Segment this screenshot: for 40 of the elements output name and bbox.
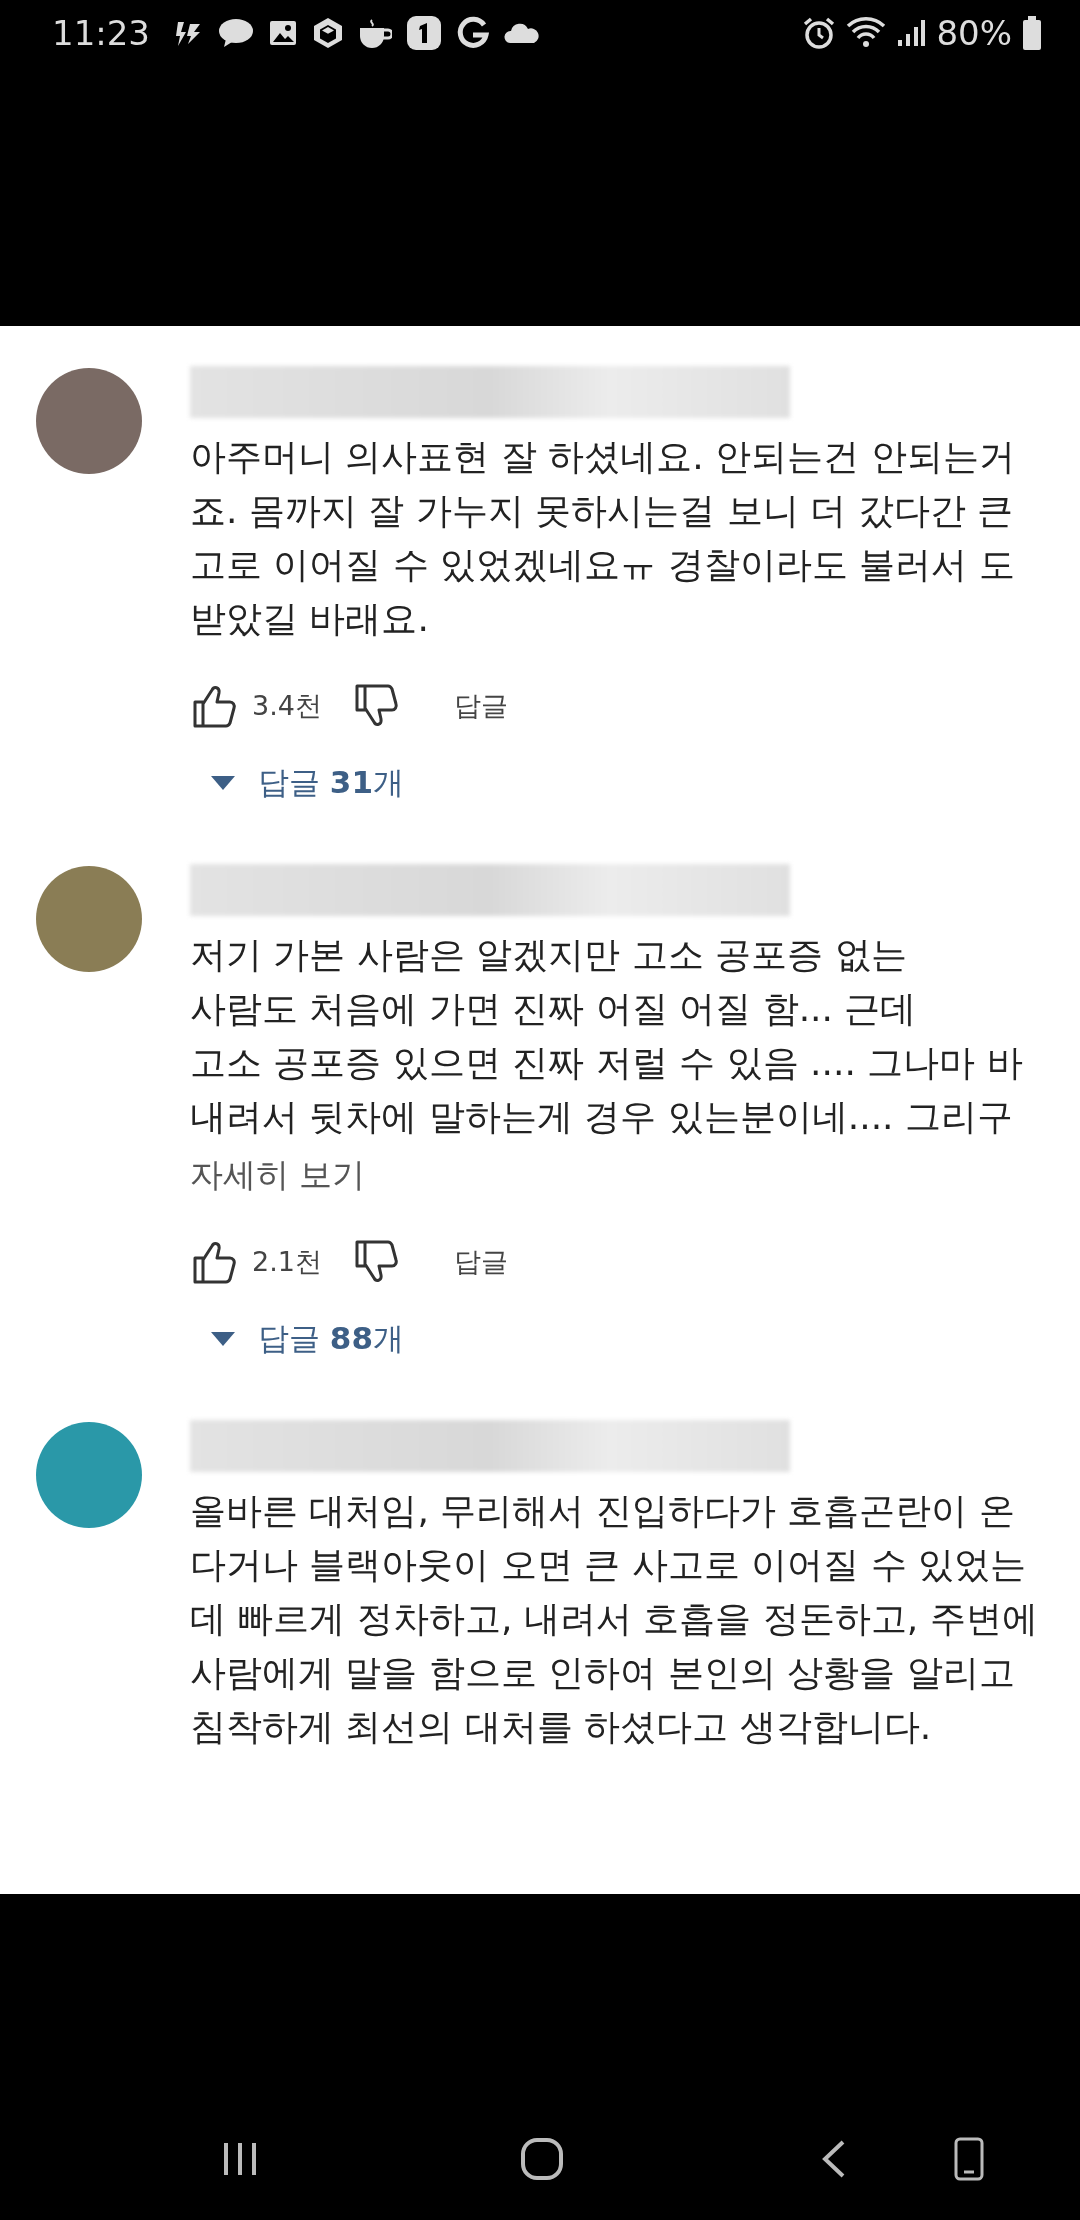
chat-bubble-icon (218, 17, 254, 49)
badge-icon (406, 15, 442, 51)
phone-outline-icon[interactable] (952, 2137, 986, 2181)
comment-text-line: 아주머니 의사표현 잘 하셨네요. 안되는건 안되는거 (190, 435, 1015, 479)
g-letter-icon (456, 16, 490, 50)
cube-icon (312, 17, 344, 49)
read-more-link[interactable]: 자세히 보기 (190, 1148, 366, 1202)
view-replies-button[interactable]: 답글 88개 (210, 1318, 404, 1360)
alarm-icon (802, 16, 837, 50)
avatar[interactable] (34, 366, 144, 476)
view-replies-button[interactable]: 답글 31개 (210, 762, 404, 804)
like-count: 2.1천 (252, 1245, 322, 1279)
comment-text-line: 데 빠르게 정차하고, 내려서 호흡을 정돈하고, 주변에 (190, 1597, 1038, 1641)
comment-text-line: 사람도 처음에 가면 진짜 어질 어질 함... 근데 (190, 987, 917, 1031)
avatar[interactable] (34, 864, 144, 974)
cup-icon (358, 18, 392, 48)
reply-button[interactable]: 답글 (453, 688, 508, 724)
status-time: 11:23 (52, 13, 150, 53)
caret-icon (210, 1331, 236, 1347)
wifi-icon (846, 16, 887, 50)
comment-text-line: 침착하게 최선의 대처를 하셨다고 생각합니다. (190, 1705, 932, 1749)
signal-icon (896, 18, 927, 48)
cloud-icon (504, 21, 540, 45)
battery-percent: 80% (936, 13, 1012, 53)
reply-button[interactable]: 답글 (453, 1244, 508, 1280)
comment-text-line: 죠. 몸까지 잘 가누지 못하시는걸 보니 더 갔다간 큰 (190, 489, 1013, 533)
comment-text-line: 저기 가본 사람은 알겠지만 고소 공포증 없는 (190, 933, 907, 977)
comment-text-line: 고소 공포증 있으면 진짜 저럴 수 있음 .... 그나마 바 (190, 1041, 1023, 1085)
comment-text-line: 다거나 블랙아웃이 오면 큰 사고로 이어질 수 있었는 (190, 1543, 1027, 1587)
comment-text-line: 사람에게 말을 함으로 인하여 본인의 상황을 알리고 (190, 1651, 1015, 1695)
comment-text-line: 올바른 대처임, 무리해서 진입하다가 호흡곤란이 온 (190, 1489, 1015, 1533)
comment-text-line: 받았길 바래요. (190, 597, 429, 641)
home-icon[interactable] (520, 2137, 564, 2181)
image-icon (268, 18, 298, 48)
avatar[interactable] (34, 1420, 144, 1530)
comment-text-line: 내려서 뒷차에 말하는게 경우 있는분이네.... 그리구 (190, 1095, 1013, 1139)
caret-icon (210, 775, 236, 791)
like-count: 3.4천 (252, 689, 322, 723)
battery-icon (1022, 16, 1042, 50)
comment-text-line: 고로 이어질 수 있었겠네요ㅠ 경찰이라도 불러서 도 (190, 543, 1015, 587)
